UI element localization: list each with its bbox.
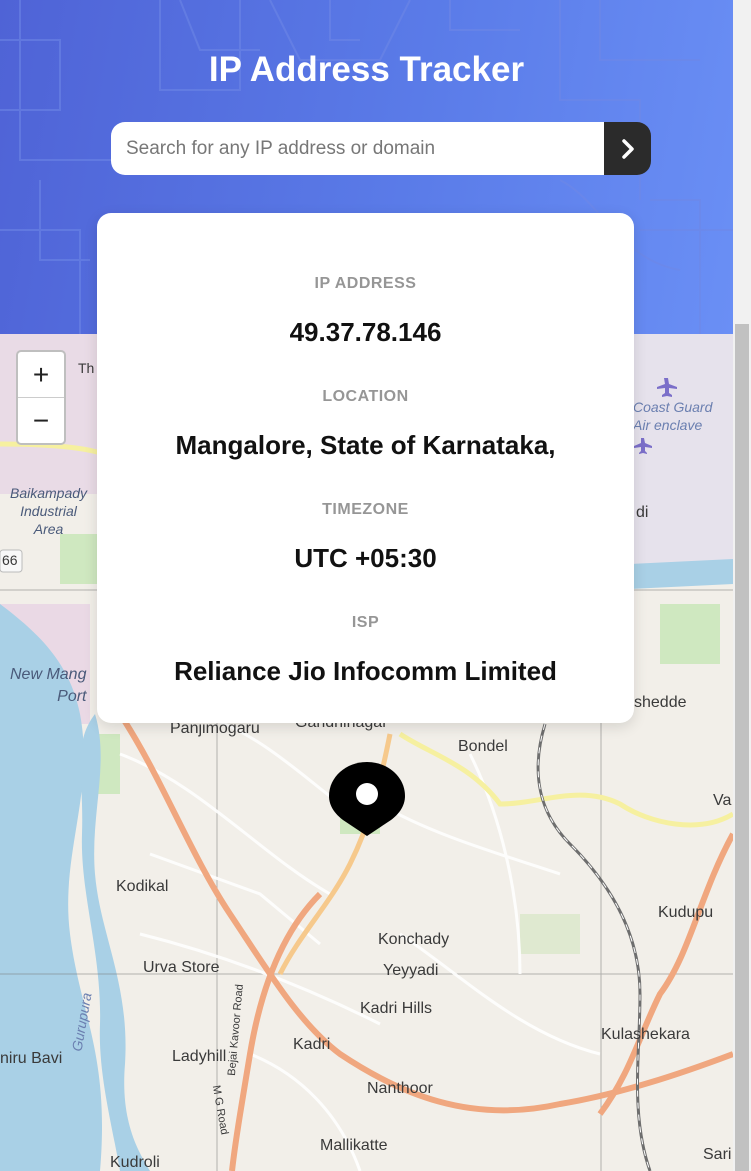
map-label-baikampady: Baikampady Industrial Area bbox=[10, 485, 88, 537]
map-label-di: di bbox=[636, 504, 649, 521]
location-pin-icon[interactable] bbox=[329, 762, 405, 836]
map-label-kudroli: Kudroli bbox=[110, 1154, 160, 1171]
map-label-niru-bavi: niru Bavi bbox=[0, 1050, 63, 1067]
map-label-kadri: Kadri bbox=[293, 1036, 331, 1053]
map-label-mallikatte: Mallikatte bbox=[320, 1137, 388, 1154]
page-scrollbar[interactable] bbox=[733, 0, 751, 1171]
search-input[interactable] bbox=[111, 122, 604, 175]
map-label-sari: Sari bbox=[703, 1146, 732, 1163]
location-value: Mangalore, State of Karnataka, bbox=[175, 430, 556, 460]
search-bar bbox=[111, 122, 651, 175]
map-label-va: Va bbox=[713, 792, 732, 809]
page-title: IP Address Tracker bbox=[208, 50, 525, 89]
map-label-nanthoor: Nanthoor bbox=[367, 1080, 433, 1097]
search-button[interactable] bbox=[604, 122, 651, 175]
ip-address-value: 49.37.78.146 bbox=[289, 317, 442, 347]
map-label-konchady: Konchady bbox=[378, 931, 450, 948]
isp-value: Reliance Jio Infocomm Limited bbox=[174, 656, 557, 686]
zoom-controls: + − bbox=[16, 350, 66, 445]
map-label-yeyyadi: Yeyyadi bbox=[383, 962, 439, 979]
ip-info-card: IP ADDRESS 49.37.78.146 LOCATION Mangalo… bbox=[97, 213, 634, 723]
location-label: LOCATION bbox=[322, 388, 409, 405]
timezone-label: TIMEZONE bbox=[322, 501, 409, 518]
map-label-coast-guard: Coast Guard Air enclave bbox=[633, 399, 713, 433]
map-label-new-mangalore-port: New Mang Port bbox=[10, 666, 87, 705]
isp-label: ISP bbox=[351, 614, 380, 631]
map-label-kudupu: Kudupu bbox=[658, 904, 714, 921]
chevron-right-icon bbox=[621, 138, 634, 159]
zoom-in-button[interactable]: + bbox=[18, 352, 64, 397]
zoom-out-button[interactable]: − bbox=[18, 397, 64, 443]
map-label-th: Th bbox=[78, 360, 95, 376]
map-label-ladyhill: Ladyhill bbox=[172, 1048, 227, 1065]
map-label-bondel: Bondel bbox=[458, 738, 508, 755]
scrollbar-thumb[interactable] bbox=[735, 324, 749, 1171]
map-label-kulashekara: Kulashekara bbox=[601, 1026, 690, 1043]
map-label-urva-store: Urva Store bbox=[143, 959, 220, 976]
ip-address-label: IP ADDRESS bbox=[314, 275, 417, 292]
map-label-shedde: shedde bbox=[634, 694, 687, 711]
timezone-value: UTC +05:30 bbox=[294, 543, 437, 573]
map-label-kadri-hills: Kadri Hills bbox=[360, 1000, 433, 1017]
map-label-kodikal: Kodikal bbox=[116, 878, 169, 895]
map-label-road-66: 66 bbox=[2, 552, 18, 568]
